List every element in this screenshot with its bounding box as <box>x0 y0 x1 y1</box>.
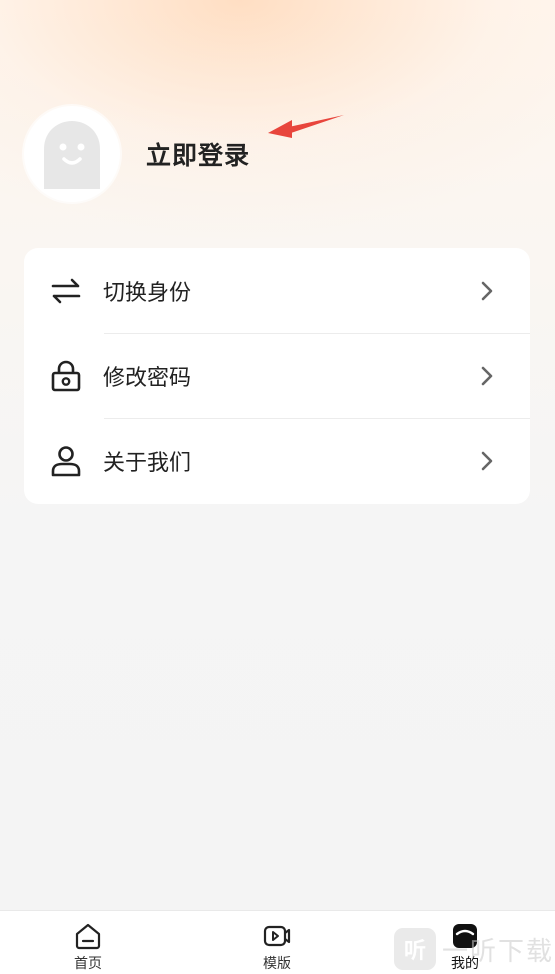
chevron-right-icon <box>481 281 493 300</box>
ghost-avatar-icon <box>44 121 100 189</box>
chevron-right-icon <box>481 366 493 385</box>
watermark-text: 一听下载 <box>442 936 555 967</box>
watermark: 听 一听下载 <box>394 928 554 970</box>
chevron-right-icon <box>481 451 493 470</box>
menu-item-label: 修改密码 <box>103 365 192 391</box>
annotation-arrow-icon <box>268 115 344 138</box>
swap-arrows-icon <box>49 274 83 308</box>
settings-menu: 切换身份 修改密码 关于我们 <box>24 248 530 504</box>
avatar[interactable] <box>24 106 120 202</box>
watermark-badge: 听 <box>394 928 436 970</box>
lock-icon <box>49 359 83 393</box>
profile-header[interactable]: 立即登录 <box>24 106 250 202</box>
tab-template[interactable]: 模版 <box>232 911 322 974</box>
home-icon <box>75 923 101 950</box>
tab-home[interactable]: 首页 <box>43 911 133 974</box>
menu-item-change-password[interactable]: 修改密码 <box>24 333 530 418</box>
menu-item-label: 关于我们 <box>103 450 192 476</box>
login-link[interactable]: 立即登录 <box>146 136 250 172</box>
user-icon <box>49 444 83 478</box>
tab-label: 首页 <box>74 956 102 972</box>
video-template-icon <box>263 925 291 947</box>
tab-label: 模版 <box>263 956 291 972</box>
menu-item-label: 切换身份 <box>103 280 192 306</box>
menu-item-about-us[interactable]: 关于我们 <box>24 418 530 503</box>
menu-item-switch-identity[interactable]: 切换身份 <box>24 248 530 333</box>
